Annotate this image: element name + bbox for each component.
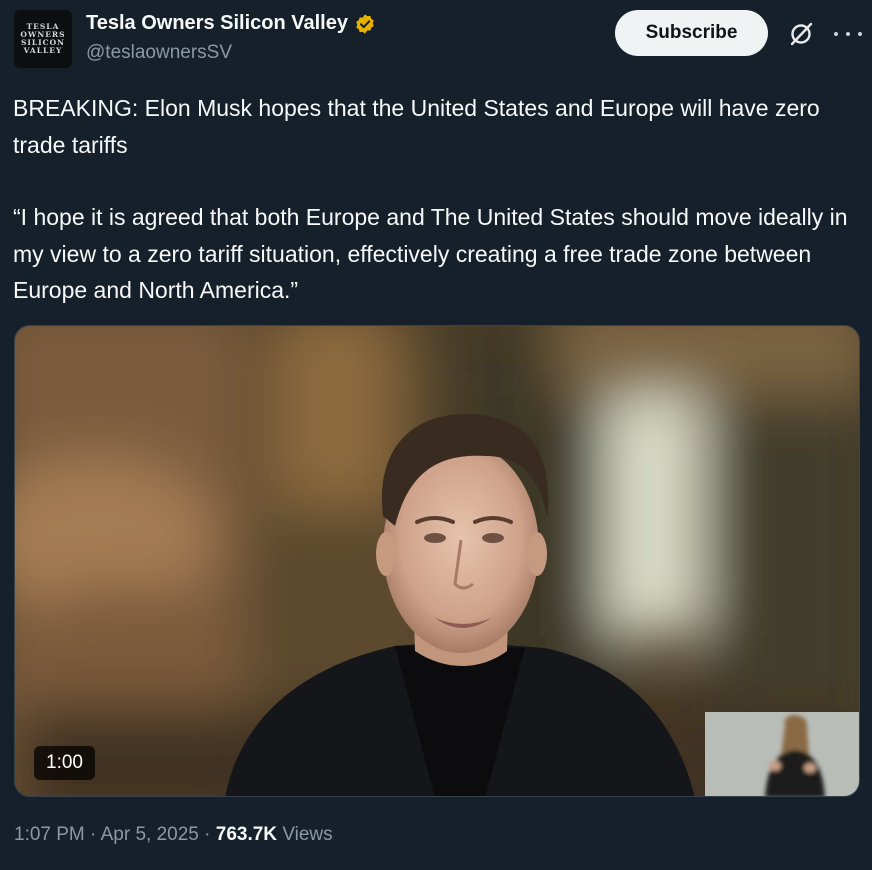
author-name-row: Tesla Owners Silicon Valley bbox=[86, 12, 376, 35]
more-dot bbox=[846, 32, 850, 36]
video-frame bbox=[15, 326, 859, 796]
grok-icon[interactable] bbox=[787, 20, 815, 48]
tweet-paragraph: “I hope it is agreed that both Europe an… bbox=[13, 204, 848, 303]
more-dot bbox=[834, 32, 838, 36]
video-player[interactable] bbox=[14, 325, 860, 797]
meta-separator: · bbox=[90, 824, 97, 845]
verified-badge-icon[interactable] bbox=[354, 13, 376, 35]
subscribe-button[interactable]: Subscribe bbox=[615, 10, 768, 56]
tweet-meta: 1:07 PM · Apr 5, 2025 · 763.7K Views bbox=[14, 824, 333, 846]
meta-separator: · bbox=[204, 824, 211, 845]
avatar[interactable]: TESLA OWNERS SILICON VALLEY bbox=[14, 10, 72, 68]
author-handle[interactable]: @teslaownersSV bbox=[86, 42, 232, 64]
more-dot bbox=[858, 32, 862, 36]
views-label: Views bbox=[282, 824, 333, 845]
tweet-text: BREAKING: Elon Musk hopes that the Unite… bbox=[13, 90, 865, 309]
post-date[interactable]: Apr 5, 2025 bbox=[101, 824, 199, 845]
tweet: TESLA OWNERS SILICON VALLEY Tesla Owners… bbox=[0, 0, 872, 870]
post-time[interactable]: 1:07 PM bbox=[14, 824, 85, 845]
tweet-paragraph: BREAKING: Elon Musk hopes that the Unite… bbox=[13, 95, 820, 158]
avatar-logo-text: TESLA OWNERS SILICON VALLEY bbox=[20, 22, 66, 55]
more-icon[interactable] bbox=[834, 20, 862, 48]
author-display-name[interactable]: Tesla Owners Silicon Valley bbox=[86, 12, 348, 35]
video-duration-badge: 1:00 bbox=[34, 746, 95, 780]
views-count[interactable]: 763.7K bbox=[216, 824, 277, 845]
